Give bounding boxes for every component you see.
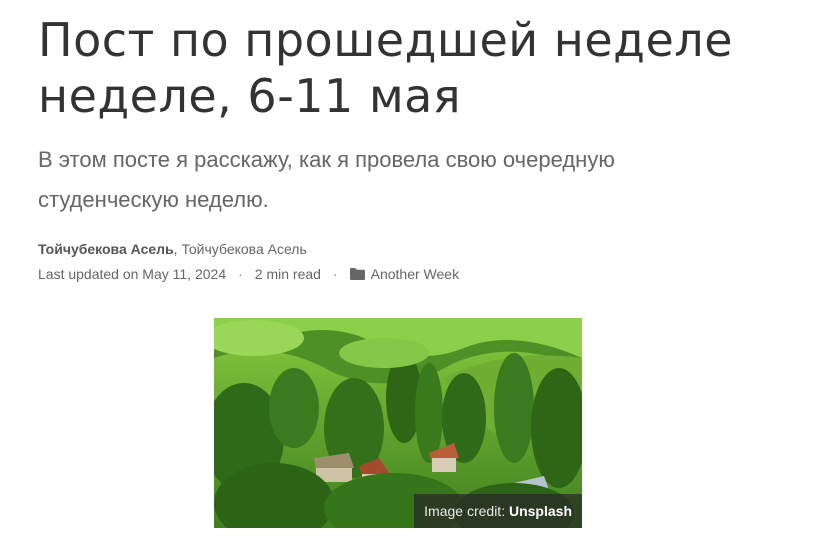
author-name-primary[interactable]: Тойчубекова Асель bbox=[38, 241, 174, 257]
last-updated: Last updated on May 11, 2024 bbox=[38, 266, 227, 282]
featured-image: Image credit: Unsplash bbox=[214, 318, 582, 528]
image-credit-label: Image credit: bbox=[424, 503, 506, 519]
read-time: 2 min read bbox=[254, 266, 321, 282]
post-meta: Last updated on May 11, 2024 · 2 min rea… bbox=[38, 264, 459, 284]
category-link[interactable]: Another Week bbox=[371, 264, 459, 284]
page-subtitle: В этом посте я расскажу, как я провела с… bbox=[38, 147, 615, 212]
image-credit: Image credit: Unsplash bbox=[414, 494, 582, 528]
image-credit-link[interactable]: Unsplash bbox=[509, 503, 572, 519]
byline: Тойчубекова Асель, Тойчубекова Асель bbox=[38, 239, 307, 259]
meta-separator: · bbox=[238, 266, 243, 282]
folder-icon bbox=[349, 268, 365, 280]
author-separator: , bbox=[173, 241, 178, 257]
page-title: Пост по прошедшей неделе неделе, 6-11 ма… bbox=[38, 13, 733, 123]
meta-separator: · bbox=[332, 266, 338, 282]
author-name-secondary[interactable]: Тойчубекова Асель bbox=[181, 241, 306, 257]
